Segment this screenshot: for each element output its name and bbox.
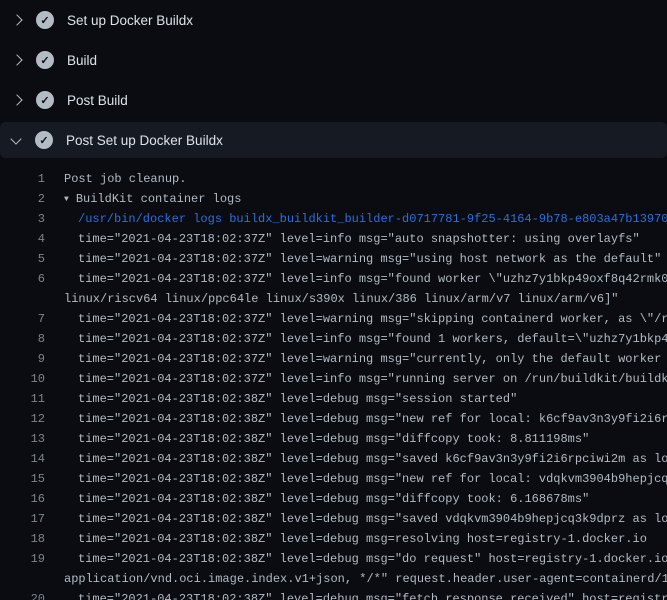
step-title: Build <box>67 53 97 68</box>
log-line: 12 time="2021-04-23T18:02:38Z" level=deb… <box>0 409 667 429</box>
log-line-text: application/vnd.oci.image.index.v1+json,… <box>45 569 667 589</box>
log-line-text[interactable]: ▼BuildKit container logs <box>45 189 241 209</box>
line-number[interactable]: 2 <box>0 189 45 209</box>
line-number[interactable]: 9 <box>0 349 45 369</box>
log-line: 3 /usr/bin/docker logs buildx_buildkit_b… <box>0 209 667 229</box>
step-title: Post Build <box>67 93 128 108</box>
line-number[interactable]: 15 <box>0 469 45 489</box>
step-header[interactable]: ✓ Post Build <box>0 80 667 120</box>
log-line: 17 time="2021-04-23T18:02:38Z" level=deb… <box>0 509 667 529</box>
line-number[interactable]: 3 <box>0 209 45 229</box>
group-collapse-marker-icon[interactable]: ▼ <box>64 190 69 209</box>
log-line-text: time="2021-04-23T18:02:38Z" level=debug … <box>45 589 667 600</box>
check-circle-icon: ✓ <box>36 91 54 109</box>
log-line: application/vnd.oci.image.index.v1+json,… <box>0 569 667 589</box>
log-line: linux/riscv64 linux/ppc64le linux/s390x … <box>0 289 667 309</box>
log-line-text: /usr/bin/docker logs buildx_buildkit_bui… <box>45 209 667 229</box>
line-number[interactable]: 8 <box>0 329 45 349</box>
chevron-down-icon <box>10 133 21 144</box>
line-number[interactable]: 6 <box>0 269 45 289</box>
line-number[interactable]: 19 <box>0 549 45 569</box>
line-number[interactable] <box>0 289 45 309</box>
line-number[interactable] <box>0 569 45 589</box>
log-line: 14 time="2021-04-23T18:02:38Z" level=deb… <box>0 449 667 469</box>
line-number[interactable]: 17 <box>0 509 45 529</box>
log-line-text: time="2021-04-23T18:02:38Z" level=debug … <box>45 429 589 449</box>
log-line: 7 time="2021-04-23T18:02:37Z" level=warn… <box>0 309 667 329</box>
log-line: 2 ▼BuildKit container logs <box>0 189 667 209</box>
log-area: 1 Post job cleanup. 2 ▼BuildKit containe… <box>0 160 667 600</box>
log-line-text: time="2021-04-23T18:02:37Z" level=info m… <box>45 329 667 349</box>
log-line-text: linux/riscv64 linux/ppc64le linux/s390x … <box>45 289 619 309</box>
log-line-text: time="2021-04-23T18:02:38Z" level=debug … <box>45 509 667 529</box>
line-number[interactable]: 5 <box>0 249 45 269</box>
check-circle-icon: ✓ <box>36 51 54 69</box>
log-line: 20 time="2021-04-23T18:02:38Z" level=deb… <box>0 589 667 600</box>
log-line: 1 Post job cleanup. <box>0 169 667 189</box>
line-number[interactable]: 10 <box>0 369 45 389</box>
log-line: 4 time="2021-04-23T18:02:37Z" level=info… <box>0 229 667 249</box>
step-header[interactable]: ✓ Build <box>0 40 667 80</box>
line-number[interactable]: 14 <box>0 449 45 469</box>
log-line-text: time="2021-04-23T18:02:38Z" level=debug … <box>45 469 667 489</box>
log-line: 6 time="2021-04-23T18:02:37Z" level=info… <box>0 269 667 289</box>
log-line: 19 time="2021-04-23T18:02:38Z" level=deb… <box>0 549 667 569</box>
line-number[interactable]: 11 <box>0 389 45 409</box>
line-number[interactable]: 20 <box>0 589 45 600</box>
actions-log-viewer: ✓ Set up Docker Buildx ✓ Build ✓ Post Bu… <box>0 0 667 600</box>
log-line: 16 time="2021-04-23T18:02:38Z" level=deb… <box>0 489 667 509</box>
line-number[interactable]: 1 <box>0 169 45 189</box>
log-line: 9 time="2021-04-23T18:02:37Z" level=warn… <box>0 349 667 369</box>
line-number[interactable]: 16 <box>0 489 45 509</box>
chevron-right-icon <box>11 54 22 65</box>
chevron-right-icon <box>11 14 22 25</box>
chevron-right-icon <box>11 94 22 105</box>
line-number[interactable]: 13 <box>0 429 45 449</box>
step-header[interactable]: ✓ Set up Docker Buildx <box>0 0 667 40</box>
log-line: 13 time="2021-04-23T18:02:38Z" level=deb… <box>0 429 667 449</box>
step-list: ✓ Set up Docker Buildx ✓ Build ✓ Post Bu… <box>0 0 667 158</box>
log-line-text: time="2021-04-23T18:02:38Z" level=debug … <box>45 409 667 429</box>
log-line-text: time="2021-04-23T18:02:37Z" level=info m… <box>45 369 667 389</box>
log-line: 15 time="2021-04-23T18:02:38Z" level=deb… <box>0 469 667 489</box>
log-line: 5 time="2021-04-23T18:02:37Z" level=warn… <box>0 249 667 269</box>
log-line-text: time="2021-04-23T18:02:38Z" level=debug … <box>45 489 589 509</box>
log-line-text: time="2021-04-23T18:02:37Z" level=warnin… <box>45 309 667 329</box>
log-line-text: time="2021-04-23T18:02:38Z" level=debug … <box>45 529 647 549</box>
log-line: 8 time="2021-04-23T18:02:37Z" level=info… <box>0 329 667 349</box>
log-line-text: time="2021-04-23T18:02:37Z" level=warnin… <box>45 349 667 369</box>
check-circle-icon: ✓ <box>35 131 53 149</box>
log-line-text: time="2021-04-23T18:02:37Z" level=info m… <box>45 269 667 289</box>
line-number[interactable]: 12 <box>0 409 45 429</box>
log-line-text: Post job cleanup. <box>45 169 186 189</box>
log-line-text: time="2021-04-23T18:02:38Z" level=debug … <box>45 389 517 409</box>
log-line: 18 time="2021-04-23T18:02:38Z" level=deb… <box>0 529 667 549</box>
line-number[interactable]: 18 <box>0 529 45 549</box>
line-number[interactable]: 4 <box>0 229 45 249</box>
step-title: Post Set up Docker Buildx <box>66 133 223 148</box>
log-line-text: time="2021-04-23T18:02:37Z" level=warnin… <box>45 249 661 269</box>
check-circle-icon: ✓ <box>36 11 54 29</box>
step-title: Set up Docker Buildx <box>67 13 193 28</box>
log-line-text: time="2021-04-23T18:02:37Z" level=info m… <box>45 229 640 249</box>
step-header[interactable]: ✓ Post Set up Docker Buildx <box>0 122 667 158</box>
log-line-text: time="2021-04-23T18:02:38Z" level=debug … <box>45 549 667 569</box>
line-number[interactable]: 7 <box>0 309 45 329</box>
log-line: 10 time="2021-04-23T18:02:37Z" level=inf… <box>0 369 667 389</box>
log-line-text: time="2021-04-23T18:02:38Z" level=debug … <box>45 449 667 469</box>
log-line: 11 time="2021-04-23T18:02:38Z" level=deb… <box>0 389 667 409</box>
